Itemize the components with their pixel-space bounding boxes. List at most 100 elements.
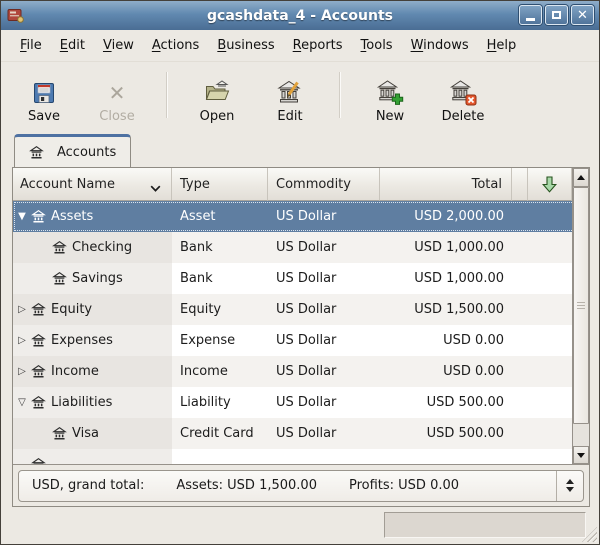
account-type: Income <box>172 356 268 387</box>
menu-file[interactable]: File <box>11 33 51 58</box>
menu-windows[interactable]: Windows <box>402 33 478 58</box>
table-header: Account Name Type Commodity Total <box>13 168 572 201</box>
window-title: gcashdata_4 - Accounts <box>1 8 599 24</box>
account-name: Expenses <box>51 333 113 348</box>
table-row[interactable]: Savings Bank US Dollar USD 1,000.00 <box>13 263 589 294</box>
column-header-commodity[interactable]: Commodity <box>268 168 380 201</box>
open-account-button[interactable]: Open <box>184 64 250 126</box>
menu-business[interactable]: Business <box>208 33 283 58</box>
scroll-up-icon <box>577 175 585 180</box>
delete-label: Delete <box>442 109 485 124</box>
column-header-type[interactable]: Type <box>172 168 268 201</box>
account-name-cell: ▼ Assets <box>13 201 172 232</box>
expander-icon[interactable]: ▷ <box>13 304 31 315</box>
account-total: USD 500.00 <box>380 418 512 449</box>
summary-spinner[interactable] <box>556 471 583 501</box>
green-down-arrow-icon <box>542 176 557 193</box>
scroll-down-icon <box>577 453 585 458</box>
account-name: Liabilities <box>51 395 112 410</box>
account-name: Equity <box>51 302 92 317</box>
column-label: Total <box>472 177 502 192</box>
assets-total: Assets: USD 1,500.00 <box>176 478 317 493</box>
account-type: Expense <box>172 325 268 356</box>
gnucash-window: gcashdata_4 - Accounts ✕ FileEditViewAct… <box>0 0 600 545</box>
toolbar: Save ✕ Close Open <box>1 61 599 128</box>
edit-account-icon <box>276 78 304 106</box>
minimize-button[interactable] <box>519 5 542 25</box>
table-row[interactable]: Visa Credit Card US Dollar USD 500.00 <box>13 418 589 449</box>
bank-icon <box>52 271 67 286</box>
bank-icon <box>29 145 44 160</box>
menu-view[interactable]: View <box>94 33 143 58</box>
column-header-total[interactable]: Total <box>380 168 512 201</box>
account-commodity: US Dollar <box>268 325 380 356</box>
bank-icon <box>31 395 46 410</box>
new-account-button[interactable]: New <box>357 64 423 126</box>
expander-icon[interactable]: ▷ <box>13 335 31 346</box>
account-name-cell: ▷ Equity <box>13 294 172 325</box>
bank-icon <box>31 209 46 224</box>
account-name-cell: Savings <box>13 263 172 294</box>
table-row[interactable]: ▷ Expenses Expense US Dollar USD 0.00 <box>13 325 589 356</box>
menu-tools[interactable]: Tools <box>352 33 402 58</box>
gap-cell <box>512 387 528 418</box>
new-account-icon <box>376 78 404 106</box>
arrow-cell <box>528 201 572 232</box>
column-label: Type <box>180 177 210 192</box>
vertical-scrollbar[interactable] <box>572 168 589 464</box>
expander-icon[interactable]: ▷ <box>13 366 31 377</box>
scroll-up-button[interactable] <box>573 168 589 187</box>
table-row[interactable] <box>13 449 589 464</box>
menu-edit[interactable]: Edit <box>51 33 94 58</box>
account-total: USD 0.00 <box>380 356 512 387</box>
statusbar <box>1 507 599 544</box>
close-tab-button[interactable]: ✕ Close <box>84 64 150 126</box>
gap-cell <box>512 232 528 263</box>
spinner-up-icon <box>566 479 574 484</box>
summary-bar[interactable]: USD, grand total: Assets: USD 1,500.00 P… <box>18 470 584 502</box>
menu-actions[interactable]: Actions <box>143 33 209 58</box>
account-total: USD 1,000.00 <box>380 263 512 294</box>
gap-cell <box>512 201 528 232</box>
tab-accounts[interactable]: Accounts <box>14 134 131 167</box>
close-label: Close <box>99 109 134 124</box>
open-label: Open <box>200 109 235 124</box>
account-commodity: US Dollar <box>268 232 380 263</box>
menu-reports[interactable]: Reports <box>284 33 352 58</box>
expander-icon[interactable]: ▼ <box>13 211 31 222</box>
edit-account-button[interactable]: Edit <box>257 64 323 126</box>
new-label: New <box>376 109 404 124</box>
menu-help[interactable]: Help <box>478 33 526 58</box>
account-type: Equity <box>172 294 268 325</box>
titlebar[interactable]: gcashdata_4 - Accounts ✕ <box>1 1 599 31</box>
account-total: USD 2,000.00 <box>380 201 512 232</box>
account-type: Asset <box>172 201 268 232</box>
maximize-button[interactable] <box>545 5 568 25</box>
arrow-cell <box>528 418 572 449</box>
close-button[interactable]: ✕ <box>571 5 594 25</box>
delete-account-button[interactable]: Delete <box>430 64 496 126</box>
table-row[interactable]: ▽ Liabilities Liability US Dollar USD 50… <box>13 387 589 418</box>
scrollbar-thumb[interactable] <box>573 187 589 424</box>
table-row[interactable]: Checking Bank US Dollar USD 1,000.00 <box>13 232 589 263</box>
save-button[interactable]: Save <box>11 64 77 126</box>
table-row[interactable]: ▷ Equity Equity US Dollar USD 1,500.00 <box>13 294 589 325</box>
expander-icon[interactable]: ▽ <box>13 397 31 408</box>
account-commodity <box>268 449 380 464</box>
account-name: Assets <box>51 209 93 224</box>
scroll-down-button[interactable] <box>573 446 589 464</box>
accounts-page: Account Name Type Commodity Total <box>12 167 590 507</box>
account-total: USD 1,500.00 <box>380 294 512 325</box>
column-options-button[interactable] <box>528 168 572 201</box>
account-commodity: US Dollar <box>268 418 380 449</box>
table-row[interactable]: ▷ Income Income US Dollar USD 0.00 <box>13 356 589 387</box>
arrow-cell <box>528 263 572 294</box>
account-total <box>380 449 512 464</box>
table-row[interactable]: ▼ Assets Asset US Dollar USD 2,000.00 <box>13 201 589 232</box>
grand-total-label: USD, grand total: <box>32 478 144 493</box>
column-header-spacer <box>512 168 528 201</box>
accounts-table: Account Name Type Commodity Total <box>13 168 589 464</box>
column-header-account-name[interactable]: Account Name <box>13 168 172 201</box>
account-name: Savings <box>72 271 123 286</box>
maximize-icon <box>552 11 561 19</box>
